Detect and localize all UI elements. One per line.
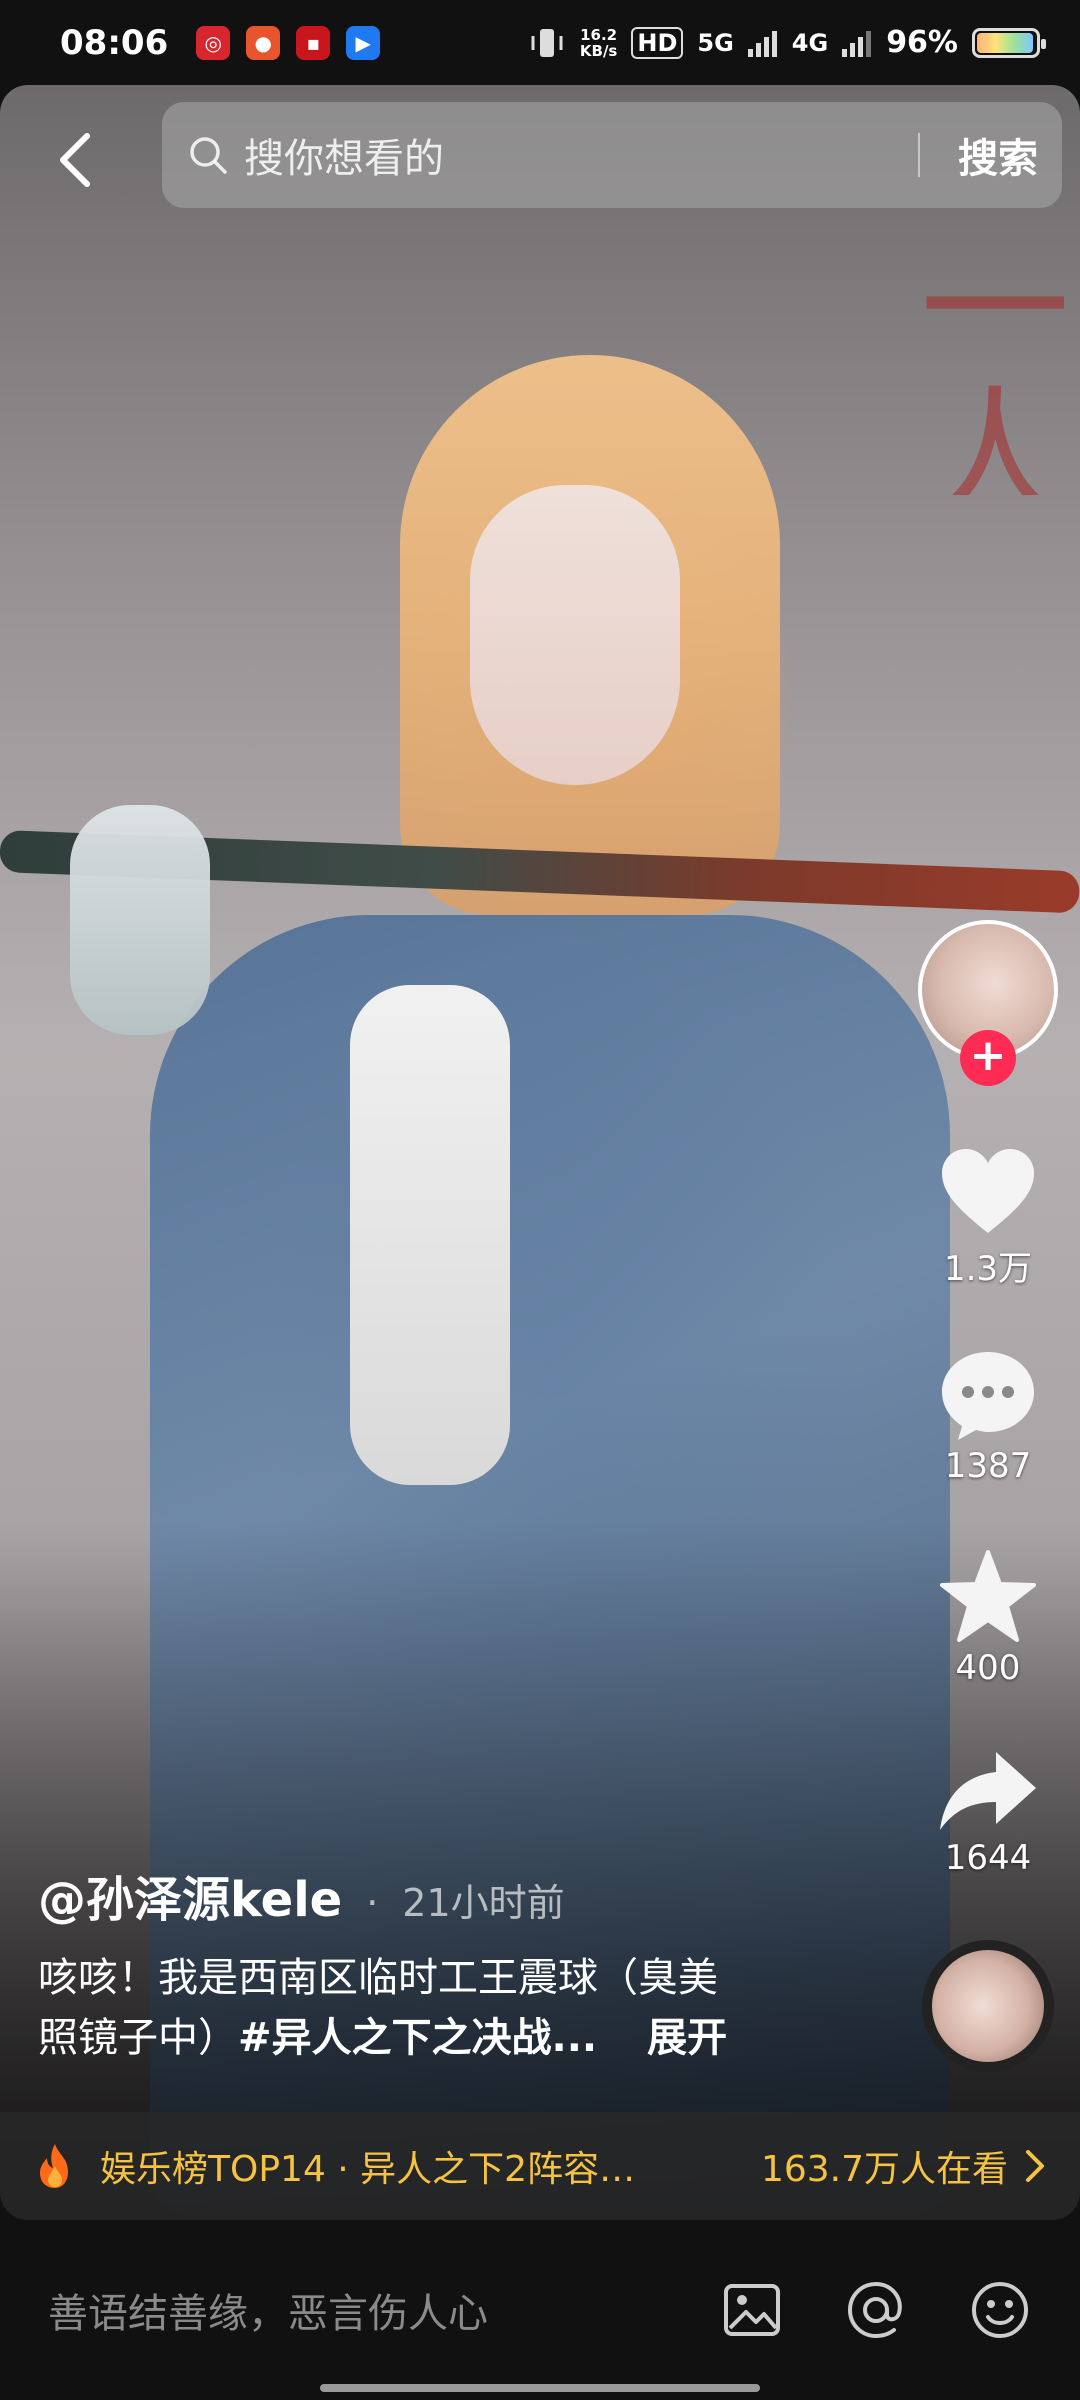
trend-banner[interactable]: 娱乐榜TOP14 · 异人之下2阵容… 163.7万人在看 — [0, 2112, 1080, 2220]
battery-percent: 96% — [886, 25, 958, 60]
signal-4g: 4G — [791, 28, 829, 57]
mention-button[interactable] — [844, 2278, 908, 2342]
expand-button[interactable]: 展开 — [647, 2015, 727, 2061]
at-icon — [847, 2281, 902, 2339]
search-bar[interactable]: 搜你想看的 搜索 — [162, 102, 1062, 208]
chevron-right-icon — [1026, 2150, 1044, 2182]
favorite-count: 400 — [955, 1648, 1021, 1688]
author-name[interactable]: @孙泽源kele — [38, 1860, 342, 1930]
music-disc[interactable] — [922, 1940, 1054, 2072]
weibo-icon: ● — [246, 25, 281, 60]
person-shirt — [350, 985, 510, 1485]
signal-5g: 5G — [697, 28, 734, 57]
like-count: 1.3万 — [943, 1249, 1033, 1289]
battery-icon — [972, 27, 1046, 58]
status-bar: 08:06 ◎ ● ▪ ▶ 16.2 KB/s HD 5G 4G 96% — [0, 0, 1080, 85]
signal-bars-icon — [747, 30, 777, 57]
emoji-icon — [972, 2282, 1028, 2338]
comment-input[interactable]: 善语结善缘，恶言伤人心 — [48, 2281, 660, 2339]
share-count: 1644 — [944, 1838, 1032, 1878]
home-indicator[interactable] — [320, 2384, 760, 2392]
news-app-icon: ▪ — [296, 25, 331, 60]
description-text: 照镜子中） — [38, 2015, 238, 2061]
comment-count: 1387 — [944, 1446, 1032, 1486]
hd-badge: HD — [631, 26, 684, 59]
hashtag-link[interactable]: #异人之下之决战... — [238, 2015, 597, 2061]
image-button[interactable] — [720, 2278, 784, 2342]
search-divider — [918, 133, 920, 177]
emoji-button[interactable] — [968, 2278, 1032, 2342]
favorite-button[interactable]: 400 — [918, 1548, 1058, 1688]
description-line-2: 照镜子中）#异人之下之决战... 展开 — [38, 2008, 858, 2068]
video-caption: @孙泽源kele · 21小时前 咳咳！我是西南区临时工王震球（臭美 照镜子中）… — [38, 1860, 858, 2068]
person-hand — [70, 805, 210, 1035]
person-face — [470, 485, 680, 785]
status-time: 08:06 — [60, 22, 169, 63]
fire-icon — [40, 2144, 68, 2188]
video-description: 咳咳！我是西南区临时工王震球（臭美 照镜子中）#异人之下之决战... 展开 — [38, 1948, 858, 2068]
comment-dots-icon — [942, 1352, 1034, 1440]
share-button[interactable]: 1644 — [918, 1748, 1058, 1878]
heart-icon — [942, 1149, 1034, 1233]
like-button[interactable]: 1.3万 — [918, 1145, 1058, 1290]
share-arrow-icon — [940, 1752, 1036, 1830]
trend-viewers: 163.7万人在看 — [760, 2149, 1008, 2190]
vibrate-icon — [531, 28, 563, 57]
follow-button[interactable]: + — [960, 1030, 1016, 1086]
signal-bars-icon — [842, 30, 872, 57]
network-speed: 16.2 KB/s — [579, 25, 618, 60]
trend-label: 娱乐榜TOP14 · 异人之下2阵容… — [100, 2149, 636, 2190]
search-button[interactable]: 搜索 — [958, 126, 1038, 184]
battery-level-fill — [977, 32, 1033, 53]
search-input[interactable]: 搜你想看的 — [244, 126, 918, 184]
post-time: 21小时前 — [402, 1881, 565, 1925]
comment-button[interactable]: 1387 — [918, 1348, 1058, 1486]
show-logo-watermark: 一人 — [919, 235, 1070, 495]
separator-dot: · — [366, 1881, 379, 1925]
search-icon — [190, 137, 227, 174]
star-icon — [940, 1550, 1036, 1642]
chevron-left-icon — [60, 133, 90, 187]
description-line-1: 咳咳！我是西南区临时工王震球（臭美 — [38, 1955, 718, 2001]
back-button[interactable] — [40, 120, 110, 200]
image-icon — [724, 2284, 780, 2336]
netease-music-icon: ◎ — [196, 25, 231, 60]
comment-bar: 善语结善缘，恶言伤人心 — [0, 2220, 1080, 2400]
video-app-icon: ▶ — [346, 25, 381, 60]
